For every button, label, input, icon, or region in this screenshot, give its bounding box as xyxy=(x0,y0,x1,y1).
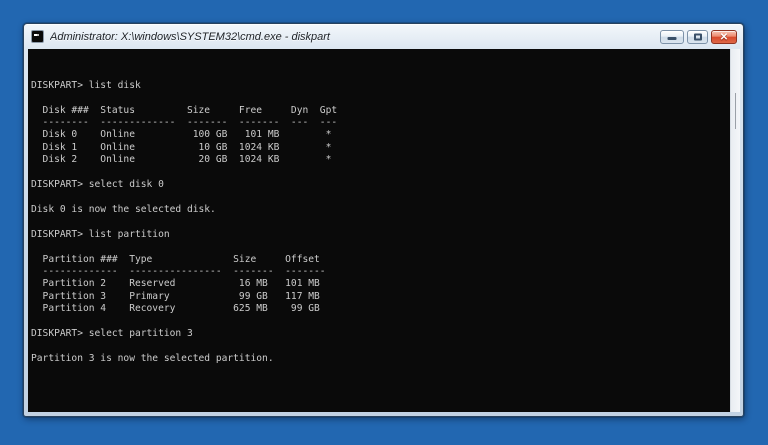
console-output: DISKPART> list disk Disk ### Status Size… xyxy=(31,79,338,364)
scrollbar-thumb[interactable] xyxy=(735,93,736,129)
console-area: DISKPART> list disk Disk ### Status Size… xyxy=(28,49,740,412)
vertical-scrollbar[interactable] xyxy=(730,49,740,412)
close-icon: ✕ xyxy=(719,31,729,43)
cmd-window: Administrator: X:\windows\SYSTEM32\cmd.e… xyxy=(23,23,744,417)
maximize-icon xyxy=(693,33,702,40)
window-title: Administrator: X:\windows\SYSTEM32\cmd.e… xyxy=(50,30,330,43)
close-button[interactable]: ✕ xyxy=(711,29,737,44)
window-controls: ✕ xyxy=(660,29,737,44)
minimize-icon xyxy=(667,36,677,40)
maximize-button[interactable] xyxy=(687,29,708,44)
titlebar[interactable]: Administrator: X:\windows\SYSTEM32\cmd.e… xyxy=(24,24,743,49)
desktop: { "desktop": { "background_color": "#226… xyxy=(0,0,768,445)
cmd-prompt-icon xyxy=(31,30,44,43)
minimize-button[interactable] xyxy=(660,29,684,44)
terminal-screen[interactable]: DISKPART> list disk Disk ### Status Size… xyxy=(28,49,730,412)
